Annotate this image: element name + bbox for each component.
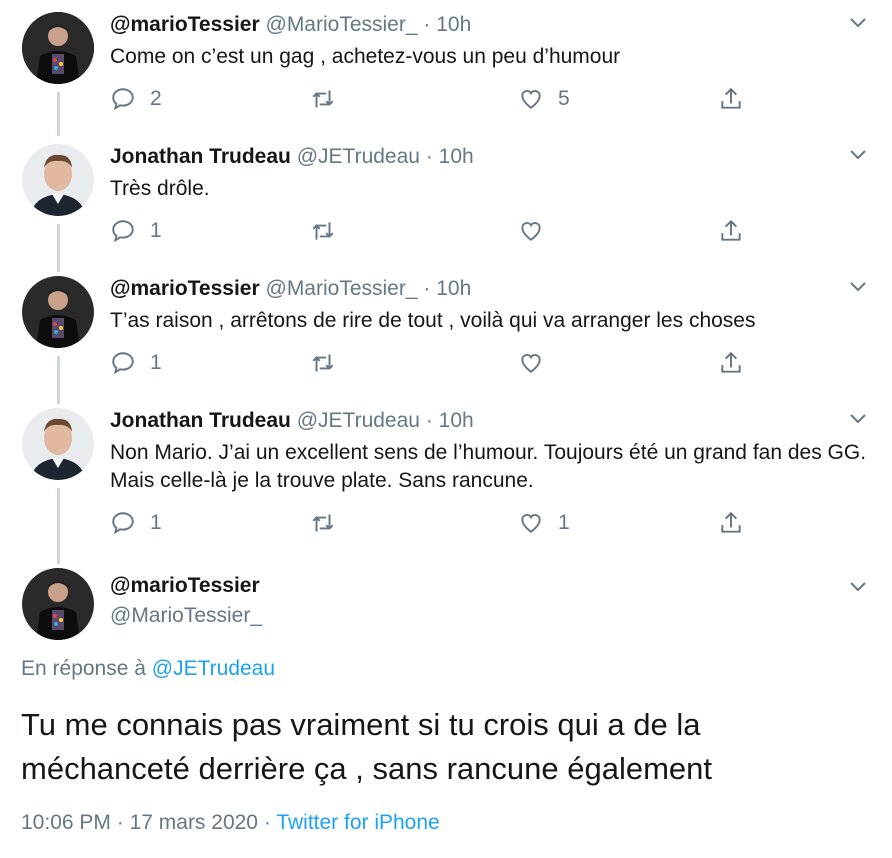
retweet-button[interactable] [310, 350, 336, 376]
reply-icon [112, 352, 134, 375]
share-icon [721, 87, 741, 109]
timestamp[interactable]: 10h [436, 13, 471, 36]
author-handle[interactable]: @MarioTessier_ [110, 604, 262, 628]
retweet-icon [312, 222, 334, 240]
separator: · [425, 145, 433, 168]
like-button[interactable]: 1 [518, 510, 570, 536]
tweet-actions: 2 5 [110, 86, 750, 114]
reply-target-link[interactable]: @JETrudeau [152, 657, 275, 680]
author-name[interactable]: @marioTessier [110, 574, 260, 598]
tweet-text: Non Mario. J’ai un excellent sens de l’h… [110, 441, 867, 492]
retweet-button[interactable] [310, 86, 336, 112]
thread-line [57, 224, 60, 272]
share-icon [721, 351, 741, 373]
chevron-down-icon[interactable] [848, 576, 868, 596]
avatar[interactable] [22, 276, 94, 348]
tweet-actions: 1 [110, 218, 750, 246]
tweet-header: @marioTessier @MarioTessier_ · 10h [110, 12, 471, 38]
tweet-time[interactable]: 10:06 PM [21, 811, 111, 834]
avatar[interactable] [22, 568, 94, 640]
separator: · [263, 811, 271, 834]
reply-tweet: Jonathan Trudeau @JETrudeau · 10h Non Ma… [0, 408, 892, 564]
separator: · [423, 277, 431, 300]
tweet-actions: 1 [110, 350, 750, 378]
share-button[interactable] [718, 86, 744, 112]
author-handle[interactable]: @JETrudeau [297, 409, 420, 432]
like-button[interactable] [518, 350, 544, 376]
retweet-icon [312, 90, 334, 108]
reply-context: En réponse à @JETrudeau [21, 657, 275, 681]
source-link[interactable]: Twitter for iPhone [276, 811, 439, 834]
timestamp[interactable]: 10h [439, 145, 474, 168]
separator: · [425, 409, 433, 432]
reply-button[interactable]: 1 [110, 350, 162, 376]
share-button[interactable] [718, 218, 744, 244]
reply-count: 2 [150, 87, 162, 110]
timestamp[interactable]: 10h [439, 409, 474, 432]
retweet-icon [312, 354, 334, 372]
author-name[interactable]: Jonathan Trudeau [110, 145, 291, 168]
reply-button[interactable]: 1 [110, 510, 162, 536]
tweet-header: Jonathan Trudeau @JETrudeau · 10h [110, 144, 474, 170]
retweet-button[interactable] [310, 218, 336, 244]
share-icon [721, 511, 741, 533]
tweet-text: T’as raison , arrêtons de rire de tout ,… [110, 309, 756, 332]
chevron-down-icon[interactable] [848, 408, 868, 428]
reply-tweet: @marioTessier @MarioTessier_ · 10h Come … [0, 12, 892, 136]
avatar[interactable] [22, 144, 94, 216]
avatar[interactable] [22, 12, 94, 84]
chevron-down-icon[interactable] [848, 276, 868, 296]
retweet-icon [312, 514, 334, 532]
chevron-down-icon[interactable] [848, 12, 868, 32]
share-button[interactable] [718, 350, 744, 376]
separator: · [116, 811, 124, 834]
reply-icon [112, 88, 134, 111]
share-icon [721, 219, 741, 241]
author-name[interactable]: @marioTessier [110, 277, 260, 300]
separator: · [423, 13, 431, 36]
like-count: 5 [558, 87, 570, 110]
tweet-header: Jonathan Trudeau @JETrudeau · 10h [110, 408, 474, 434]
thread-line [57, 356, 60, 404]
reply-count: 1 [150, 219, 162, 242]
thread-line [57, 488, 60, 564]
chevron-down-icon[interactable] [848, 144, 868, 164]
tweet-text: Come on c’est un gag , achetez-vous un p… [110, 45, 621, 68]
reply-tweet: @marioTessier @MarioTessier_ · 10h T’as … [0, 276, 892, 404]
tweet-meta: 10:06 PM · 17 mars 2020 · Twitter for iP… [21, 811, 440, 835]
tweet-date[interactable]: 17 mars 2020 [130, 811, 258, 834]
author-name[interactable]: @marioTessier [110, 13, 260, 36]
like-count: 1 [558, 511, 570, 534]
avatar[interactable] [22, 408, 94, 480]
author-handle[interactable]: @JETrudeau [297, 145, 420, 168]
heart-icon [521, 222, 541, 241]
share-button[interactable] [718, 510, 744, 536]
heart-icon [521, 354, 541, 373]
reply-icon [112, 512, 134, 535]
heart-icon [521, 90, 541, 109]
reply-button[interactable]: 1 [110, 218, 162, 244]
author-name[interactable]: Jonathan Trudeau [110, 409, 291, 432]
heart-icon [521, 514, 541, 533]
tweet-text: Très drôle. [110, 177, 210, 200]
tweet-header: @marioTessier @MarioTessier_ · 10h [110, 276, 471, 302]
retweet-button[interactable] [310, 510, 336, 536]
like-button[interactable] [518, 218, 544, 244]
tweet-actions: 1 1 [110, 510, 750, 538]
author-handle[interactable]: @MarioTessier_ [266, 277, 418, 300]
reply-count: 1 [150, 511, 162, 534]
reply-button[interactable]: 2 [110, 86, 162, 112]
timestamp[interactable]: 10h [436, 277, 471, 300]
reply-prefix: En réponse à [21, 657, 146, 680]
reply-tweet: Jonathan Trudeau @JETrudeau · 10h Très d… [0, 144, 892, 272]
reply-icon [112, 220, 134, 243]
main-tweet-text: Tu me connais pas vraiment si tu crois q… [21, 707, 713, 786]
reply-count: 1 [150, 351, 162, 374]
author-handle[interactable]: @MarioTessier_ [266, 13, 418, 36]
like-button[interactable]: 5 [518, 86, 570, 112]
thread-line [57, 92, 60, 136]
